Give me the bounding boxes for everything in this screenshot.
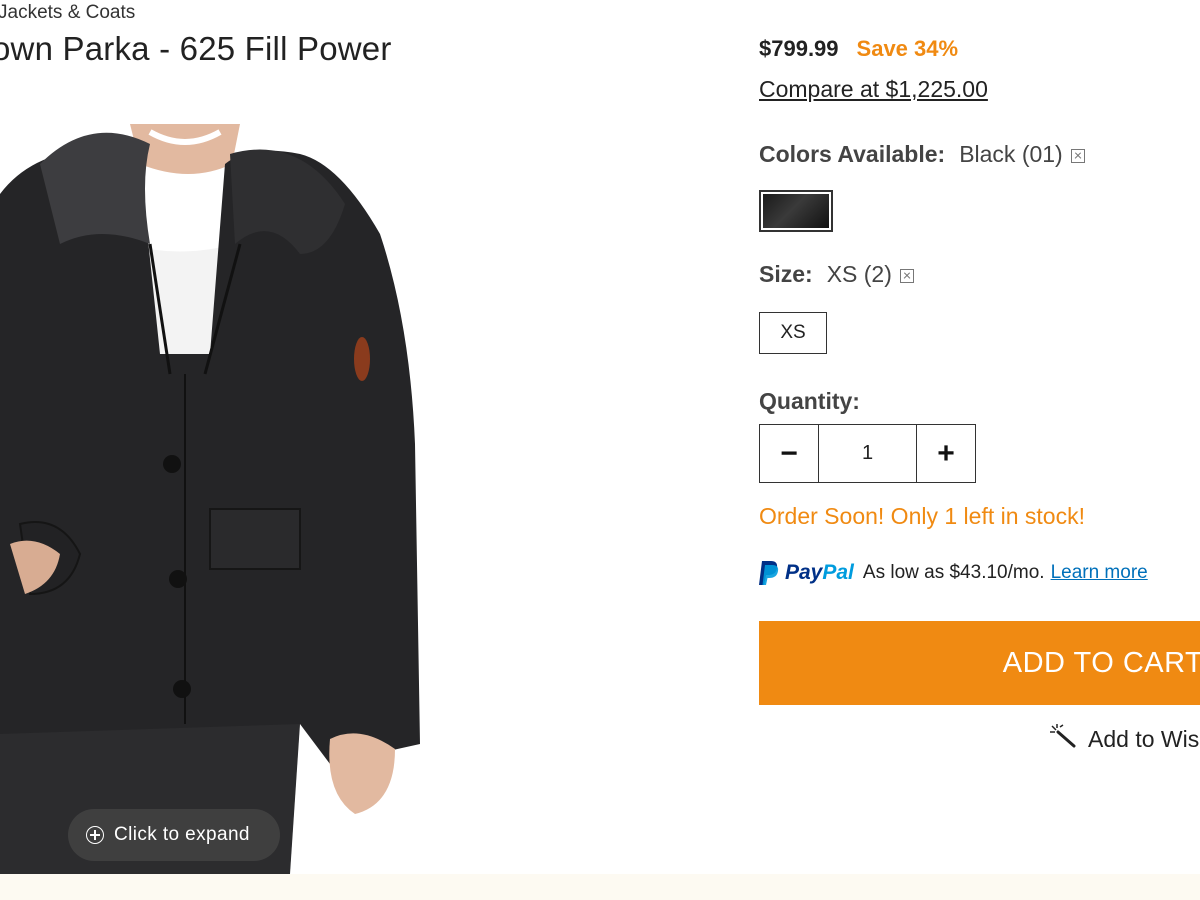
size-row: Size: XS (2) [759, 261, 914, 288]
paypal-financing-text: As low as $43.10/mo. [862, 562, 1045, 583]
plus-circle-icon [86, 826, 104, 844]
swatch-fill [763, 194, 829, 228]
clear-color-icon[interactable] [1070, 149, 1085, 163]
quantity-stepper: − 1 + [759, 424, 976, 483]
color-swatch-black[interactable] [759, 190, 833, 232]
paypal-logo-icon [759, 560, 779, 586]
quantity-input[interactable]: 1 [818, 425, 917, 482]
footer-band [0, 874, 1200, 900]
product-title: own Parka - 625 Fill Power [0, 30, 392, 67]
add-to-wishlist-link[interactable]: Add to Wis [1048, 724, 1199, 754]
click-to-expand-label: Click to expand [114, 824, 250, 845]
decrease-quantity-button[interactable]: − [760, 425, 818, 482]
add-to-wishlist-label: Add to Wis [1088, 725, 1200, 752]
colors-selected: Black (01) [959, 141, 1063, 167]
paypal-wordmark: PayPal [785, 561, 854, 585]
size-option-xs[interactable]: XS [759, 312, 827, 354]
size-label: Size: [759, 261, 813, 287]
save-badge: Save 34% [856, 36, 959, 61]
paypal-pay: Pay [785, 561, 823, 584]
quantity-label: Quantity: [759, 388, 860, 414]
price: $799.99 [759, 36, 839, 61]
add-to-cart-label: ADD TO CART: S [1002, 646, 1200, 679]
size-selected: XS (2) [826, 261, 892, 287]
colors-row: Colors Available: Black (01) [759, 141, 1085, 168]
product-image[interactable]: Click to expand [0, 124, 430, 874]
clear-size-icon[interactable] [899, 269, 914, 283]
compare-price-link[interactable]: Compare at $1,225.00 [759, 76, 988, 103]
increase-quantity-button[interactable]: + [917, 425, 975, 482]
price-row: $799.99 Save 34% [759, 36, 958, 62]
colors-label: Colors Available: [759, 141, 946, 167]
stock-message: Order Soon! Only 1 left in stock! [759, 503, 1085, 529]
parka-illustration [0, 124, 430, 874]
paypal-row: PayPal As low as $43.10/mo. Learn more [759, 560, 1148, 586]
add-to-cart-button[interactable]: ADD TO CART: S [759, 621, 1200, 705]
paypal-pal: Pal [822, 561, 854, 584]
paypal-learn-more-link[interactable]: Learn more [1051, 562, 1148, 584]
breadcrumb[interactable]: Jackets & Coats [0, 2, 135, 24]
magic-wand-icon [1048, 724, 1076, 754]
click-to-expand-button[interactable]: Click to expand [68, 809, 280, 861]
